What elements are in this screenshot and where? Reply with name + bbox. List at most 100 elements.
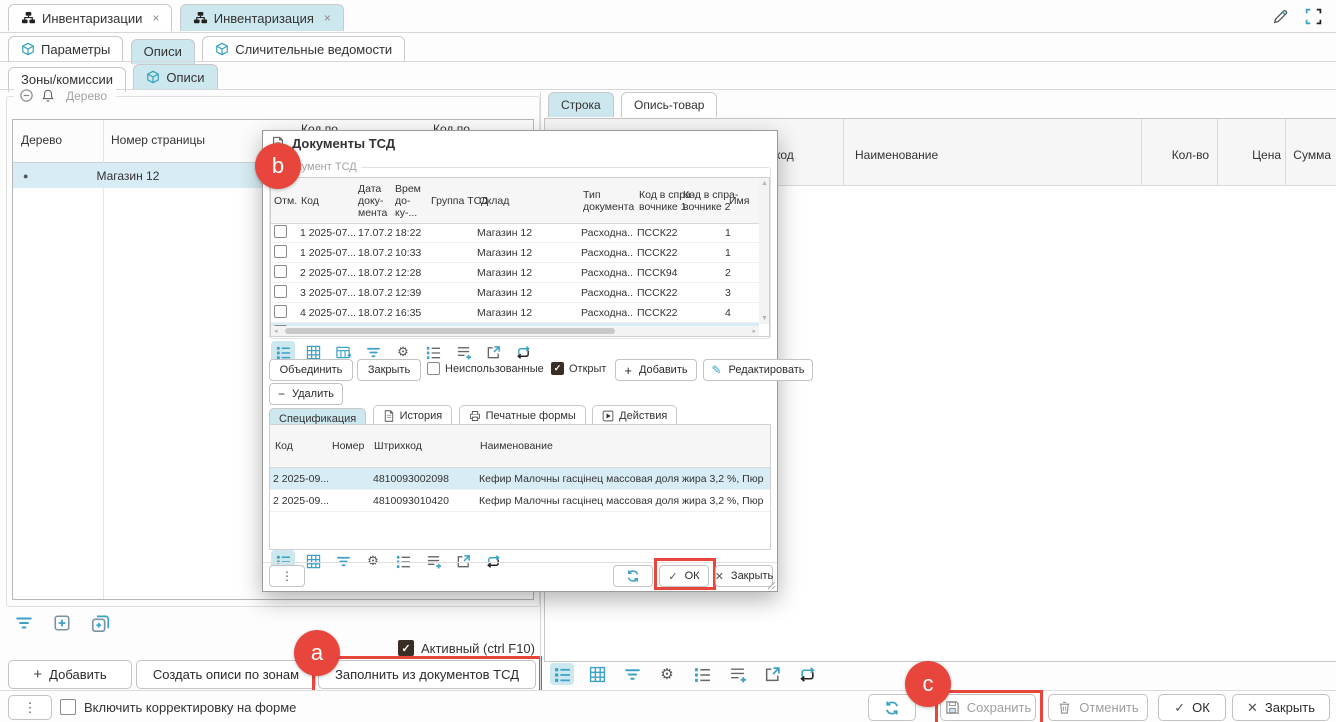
check-icon: ✓ — [401, 642, 410, 655]
dialog-ok-button[interactable]: ✓ ОК — [659, 565, 709, 587]
row-checkbox[interactable] — [274, 305, 287, 318]
dialog-close-button[interactable]: ✕ Закрыть — [715, 565, 773, 587]
unused-checkbox[interactable] — [427, 362, 440, 375]
grid-view-icon[interactable] — [585, 663, 609, 685]
statusbar-menu-button[interactable]: ⋮ — [8, 695, 52, 720]
add-row-icon[interactable] — [725, 663, 749, 685]
tab-stroka[interactable]: Строка — [548, 92, 614, 117]
h-spec-code[interactable]: Код — [275, 440, 293, 452]
tab-slichitelnye[interactable]: Сличительные ведомости — [202, 36, 405, 61]
h-spec-barcode[interactable]: Штрихкод — [374, 440, 422, 452]
tab-opisi-2[interactable]: Описи — [133, 64, 217, 89]
tsd-doc-table[interactable]: Отм. Код Дата доку- мента Врем до- ку-..… — [270, 177, 770, 337]
merge-button[interactable]: Объединить — [269, 359, 353, 381]
row-checkbox[interactable] — [274, 285, 287, 298]
col-header-page-number[interactable]: Номер страницы — [111, 133, 205, 147]
printer-icon — [469, 410, 481, 422]
doc-edit-button[interactable]: ✎Редактировать — [703, 359, 813, 381]
row-checkbox[interactable] — [274, 265, 287, 278]
close-x-icon: ✕ — [715, 570, 724, 583]
tsd-doc-row[interactable]: 3 2025-07...18.07.2512:39Магазин 12Расхо… — [271, 283, 759, 303]
tsd-doc-row[interactable]: 1 2025-07...17.07.2518:22Магазин 12Расхо… — [271, 223, 759, 243]
resize-grip-icon[interactable] — [767, 581, 776, 590]
plus-icon: + — [624, 363, 632, 378]
doc-delete-button[interactable]: −Удалить — [269, 383, 343, 405]
close-doc-button[interactable]: Закрыть — [357, 359, 421, 381]
spec-table[interactable]: Код Номер Штрихкод Наименование 2 2025-0… — [269, 424, 771, 550]
numbered-list-icon[interactable] — [690, 663, 714, 685]
window-tab-inventarizacii[interactable]: Инвентаризации × — [8, 4, 172, 31]
document-icon — [383, 410, 395, 422]
spec-row[interactable]: 2 2025-09... 4810093010420 Кефир Малочны… — [270, 490, 770, 512]
numbered-list-icon[interactable] — [421, 341, 445, 363]
spec-table-header: Код Номер Штрихкод Наименование — [270, 425, 770, 468]
h-time[interactable]: Врем до- ку-... — [395, 183, 421, 219]
add-row-icon[interactable] — [451, 341, 475, 363]
doc-add-button[interactable]: +Добавить — [615, 359, 697, 381]
adjust-checkbox[interactable] — [60, 699, 76, 715]
bell-icon[interactable] — [41, 88, 55, 103]
h-spec-num[interactable]: Номер — [332, 440, 364, 452]
tab-print-forms[interactable]: Печатные формы — [459, 405, 586, 425]
loop-refresh-icon[interactable] — [795, 663, 819, 685]
vertical-scrollbar[interactable]: ▲ ▼ — [759, 178, 769, 324]
add-box-icon[interactable] — [50, 612, 74, 634]
h-spec-name[interactable]: Наименование — [480, 440, 553, 452]
unused-checkbox-row: Неиспользованные — [427, 362, 544, 375]
col-header-tree[interactable]: Дерево — [21, 133, 62, 147]
list-view-icon[interactable] — [550, 663, 574, 685]
filter-icon[interactable] — [12, 612, 36, 634]
tab-history[interactable]: История — [373, 405, 453, 425]
add-button[interactable]: + Добавить — [8, 660, 132, 689]
close-button-label: Закрыть — [1265, 700, 1315, 715]
filter-icon[interactable] — [620, 663, 644, 685]
h-mark[interactable]: Отм. — [274, 195, 297, 207]
edit-pencil-icon[interactable] — [1272, 8, 1289, 25]
lines-toolbar: ⚙ — [550, 663, 819, 685]
h-code[interactable]: Код — [301, 195, 319, 207]
collapse-icon[interactable] — [19, 88, 34, 103]
col-header-sum[interactable]: Сумма — [1285, 148, 1331, 162]
loop-refresh-icon[interactable] — [511, 341, 535, 363]
settings-gear-icon[interactable]: ⚙ — [655, 663, 679, 685]
tsd-documents-dialog: Документы ТСД Документ ТСД Отм. Код Дата… — [262, 130, 778, 592]
horizontal-scrollbar[interactable]: ◂ ▸ — [271, 326, 759, 336]
tsd-doc-row[interactable]: 4 2025-07...18.07.2516:35Магазин 12Расхо… — [271, 303, 759, 323]
add-multiple-icon[interactable] — [88, 612, 112, 634]
open-external-icon[interactable] — [481, 341, 505, 363]
col-header-price[interactable]: Цена — [1225, 148, 1281, 162]
tab-parametry[interactable]: Параметры — [8, 36, 123, 61]
tab-actions[interactable]: Действия — [592, 405, 677, 425]
tab-close-icon[interactable]: × — [152, 11, 159, 25]
dialog-refresh-button[interactable] — [613, 565, 653, 587]
window-tab-inventarizaciya[interactable]: Инвентаризация × — [180, 4, 344, 31]
tsd-doc-row[interactable]: 1 2025-07...18.07.2510:33Магазин 12Расхо… — [271, 243, 759, 263]
tab-opis-tovar[interactable]: Опись-товар — [621, 92, 717, 117]
tab-close-icon[interactable]: × — [324, 11, 331, 25]
tsd-doc-row[interactable]: 2 2025-07...18.07.2512:28Магазин 12Расхо… — [271, 263, 759, 283]
tab-opisi[interactable]: Описи — [131, 39, 195, 64]
dialog-menu-button[interactable]: ⋮ — [269, 565, 305, 587]
create-zones-button[interactable]: Создать описи по зонам — [136, 660, 316, 689]
col-header-name[interactable]: Наименование — [855, 148, 938, 162]
open-external-icon[interactable] — [760, 663, 784, 685]
row-checkbox[interactable] — [274, 245, 287, 258]
save-button[interactable]: Сохранить — [940, 694, 1036, 721]
spec-row-selected[interactable]: 2 2025-09... 4810093002098 Кефир Малочны… — [270, 468, 770, 490]
row-checkbox[interactable] — [274, 225, 287, 238]
pencil-icon: ✎ — [711, 363, 721, 377]
ok-button[interactable]: ✓ ОК — [1158, 694, 1226, 721]
h-name[interactable]: Имя — [729, 195, 749, 207]
h-type[interactable]: Тип документа — [583, 189, 634, 213]
fullscreen-icon[interactable] — [1305, 8, 1322, 25]
h-date[interactable]: Дата доку- мента — [358, 183, 387, 219]
active-checkbox[interactable]: ✓ — [398, 640, 414, 656]
cancel-button[interactable]: Отменить — [1048, 694, 1148, 721]
window-tab-label: Инвентаризации — [42, 11, 142, 26]
col-header-qty[interactable]: Кол-во — [1145, 148, 1209, 162]
h-store[interactable]: Склад — [479, 195, 509, 207]
open-checkbox[interactable]: ✓ — [551, 362, 564, 375]
kebab-icon: ⋮ — [281, 569, 293, 583]
fill-from-tsd-button[interactable]: Заполнить из документов ТСД — [318, 660, 536, 689]
close-button[interactable]: ✕ Закрыть — [1232, 694, 1330, 721]
